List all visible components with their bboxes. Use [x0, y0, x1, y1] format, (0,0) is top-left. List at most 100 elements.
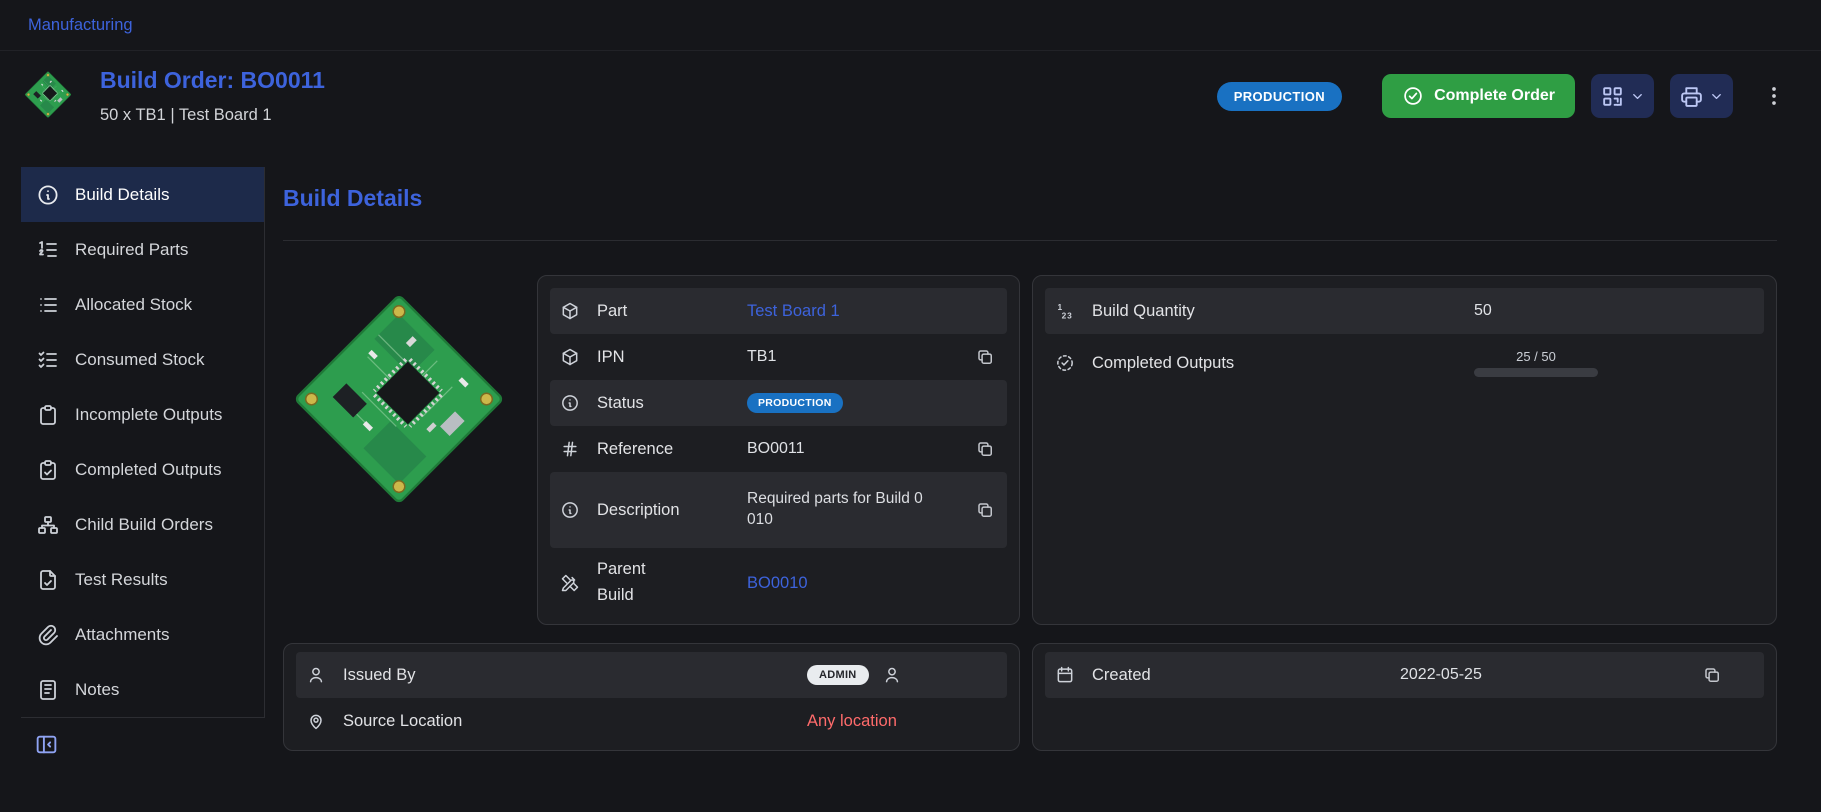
info-circle-icon	[560, 500, 597, 520]
package-icon	[560, 347, 597, 367]
detail-row-description: Description Required parts for Build 001…	[550, 472, 1007, 548]
issued-by-badge: ADMIN	[807, 665, 869, 685]
paperclip-icon	[36, 623, 60, 647]
tools-icon	[560, 573, 597, 593]
sidebar-item-allocated-stock[interactable]: Allocated Stock	[21, 277, 264, 332]
sidebar-item-child-build-orders[interactable]: Child Build Orders	[21, 497, 264, 552]
details-grid: Part Test Board 1 IPN TB1 Stat	[283, 275, 1777, 751]
numbers-icon	[1055, 301, 1092, 321]
dates-card: Created 2022-05-25	[1032, 643, 1777, 751]
detail-label: IPN	[597, 348, 747, 367]
issue-info-card: Issued By ADMIN Source Location Any loca…	[283, 643, 1020, 751]
list-check-icon	[36, 348, 60, 372]
complete-order-button[interactable]: Complete Order	[1382, 74, 1575, 118]
detail-label: Build Quantity	[1092, 302, 1474, 321]
part-thumbnail	[22, 67, 74, 123]
info-circle-icon	[560, 393, 597, 413]
user-icon	[882, 665, 902, 685]
progress-track	[1474, 368, 1598, 377]
description-value: Required parts for Build 0010	[747, 489, 931, 531]
sidebar-item-label: Attachments	[75, 625, 170, 645]
sidebar-item-test-results[interactable]: Test Results	[21, 552, 264, 607]
detail-label: Source Location	[343, 712, 807, 731]
barcode-actions-button[interactable]	[1591, 74, 1654, 118]
detail-label: Part	[597, 302, 747, 321]
detail-row-reference: Reference BO0011	[550, 426, 1007, 472]
detail-row-part: Part Test Board 1	[550, 288, 1007, 334]
page-header: Build Order: BO0011 50 x TB1 | Test Boar…	[0, 51, 1821, 143]
page-subtitle: 50 x TB1 | Test Board 1	[100, 106, 325, 125]
sidebar-item-notes[interactable]: Notes	[21, 662, 264, 717]
dots-vertical-icon	[1761, 83, 1787, 109]
sidebar-item-consumed-stock[interactable]: Consumed Stock	[21, 332, 264, 387]
build-info-card: Build Quantity 50 Completed Outputs 25 /…	[1032, 275, 1777, 625]
page-title: Build Order: BO0011	[100, 67, 325, 94]
package-icon	[560, 301, 597, 321]
part-image[interactable]	[283, 275, 515, 625]
detail-label: Reference	[597, 440, 747, 459]
hash-icon	[560, 439, 597, 459]
sitemap-icon	[36, 513, 60, 537]
progress-text: 25 / 50	[1516, 349, 1556, 364]
detail-label: Parent Build	[597, 557, 747, 608]
progress-check-icon	[1055, 353, 1092, 373]
build-details-card: Part Test Board 1 IPN TB1 Stat	[537, 275, 1020, 625]
sidebar-item-label: Required Parts	[75, 240, 188, 260]
breadcrumb-manufacturing[interactable]: Manufacturing	[28, 16, 133, 35]
print-actions-button[interactable]	[1670, 74, 1733, 118]
sidebar-item-label: Consumed Stock	[75, 350, 204, 370]
circle-check-icon	[1402, 85, 1424, 107]
parent-build-link[interactable]: BO0010	[747, 574, 808, 593]
panel-heading: Build Details	[283, 185, 1777, 212]
ipn-value: TB1	[747, 348, 776, 366]
sidebar-item-label: Allocated Stock	[75, 295, 192, 315]
detail-row-created: Created 2022-05-25	[1045, 652, 1764, 698]
created-value: 2022-05-25	[1400, 666, 1482, 684]
list-numbers-icon	[36, 238, 60, 262]
info-circle-icon	[36, 183, 60, 207]
detail-label: Description	[597, 501, 747, 520]
header-left: Build Order: BO0011 50 x TB1 | Test Boar…	[22, 67, 325, 125]
user-icon	[306, 665, 343, 685]
detail-label: Created	[1092, 666, 1400, 685]
sidebar-item-label: Incomplete Outputs	[75, 405, 222, 425]
sidebar-item-completed-outputs[interactable]: Completed Outputs	[21, 442, 264, 497]
copy-button[interactable]	[973, 345, 997, 369]
sidebar-item-label: Completed Outputs	[75, 460, 221, 480]
detail-row-status: Status PRODUCTION	[550, 380, 1007, 426]
copy-button[interactable]	[973, 437, 997, 461]
sidebar-item-build-details[interactable]: Build Details	[21, 167, 264, 222]
sidebar-collapse-icon	[34, 732, 59, 757]
sidebar-item-required-parts[interactable]: Required Parts	[21, 222, 264, 277]
collapse-sidebar-button[interactable]	[21, 718, 72, 771]
qrcode-icon	[1600, 84, 1625, 109]
breadcrumb: Manufacturing	[0, 0, 1821, 51]
sidebar-item-incomplete-outputs[interactable]: Incomplete Outputs	[21, 387, 264, 442]
detail-row-issued-by: Issued By ADMIN	[296, 652, 1007, 698]
detail-row-parent-build: Parent Build BO0010	[550, 548, 1007, 618]
more-actions-button[interactable]	[1757, 79, 1791, 113]
sidebar-item-label: Notes	[75, 680, 119, 700]
detail-label: Status	[597, 394, 747, 413]
part-link[interactable]: Test Board 1	[747, 302, 840, 321]
clipboard-icon	[36, 403, 60, 427]
left-top-group: Part Test Board 1 IPN TB1 Stat	[283, 275, 1020, 625]
printer-icon	[1679, 84, 1704, 109]
copy-button[interactable]	[973, 498, 997, 522]
sidebar-item-attachments[interactable]: Attachments	[21, 607, 264, 662]
build-quantity-value: 50	[1474, 302, 1492, 320]
page-body: Build Details Required Parts Allocated S…	[0, 167, 1821, 771]
main-content: Build Details Part Test Board 1	[283, 167, 1821, 751]
copy-button[interactable]	[1700, 663, 1724, 687]
source-location-value: Any location	[807, 712, 897, 731]
clipboard-check-icon	[36, 458, 60, 482]
complete-order-label: Complete Order	[1434, 87, 1555, 105]
calendar-icon	[1055, 665, 1092, 685]
notes-icon	[36, 678, 60, 702]
detail-row-ipn: IPN TB1	[550, 334, 1007, 380]
sidebar-item-label: Test Results	[75, 570, 168, 590]
detail-row-source-location: Source Location Any location	[296, 698, 1007, 744]
header-actions: PRODUCTION Complete Order	[1217, 74, 1791, 118]
detail-row-completed-outputs: Completed Outputs 25 / 50	[1045, 334, 1764, 392]
map-pin-icon	[306, 711, 343, 731]
